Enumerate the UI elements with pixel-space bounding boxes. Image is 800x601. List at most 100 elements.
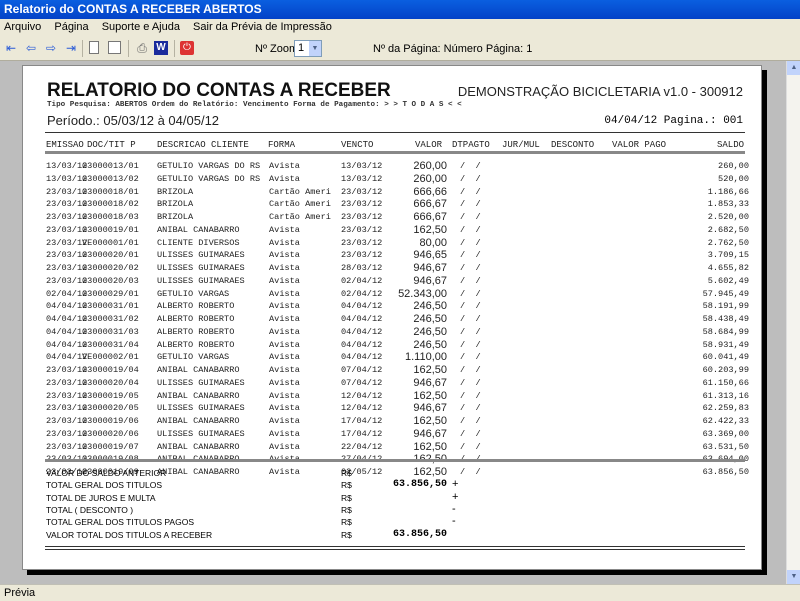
cell-doc: 03000018/01 [82, 186, 139, 197]
previous-page-icon[interactable]: ⇦ [24, 41, 38, 55]
vertical-scrollbar[interactable]: ▲ ▼ [786, 61, 800, 584]
cell-forma: Cartão Ameri [269, 199, 331, 210]
cell-vencto: 17/04/12 [341, 416, 383, 426]
col-doc: DOC/TIT P [87, 140, 136, 150]
zoom-select[interactable]: 1 ▼ [294, 40, 322, 57]
cell-dtpagto: / / [460, 352, 481, 363]
cell-valor: 946,67 [413, 262, 447, 274]
table-row: 23/03/12 03000019/04 ANIBAL CANABARRO Avist… [23, 364, 763, 377]
cell-saldo: 2.762,50 [707, 237, 749, 248]
menu-sair-previa[interactable]: Sair da Prévia de Impressão [193, 21, 332, 33]
cell-valor: 946,67 [413, 274, 447, 287]
cell-vencto: 23/03/12 [341, 224, 383, 235]
cell-dtpagto: / / [460, 186, 481, 197]
menu-suporte[interactable]: Suporte e Ajuda [102, 21, 180, 33]
two-pages-icon[interactable] [108, 41, 121, 54]
scroll-down-icon[interactable]: ▼ [787, 570, 800, 584]
table-row: 04/04/12 03000031/04 ALBERTO ROBERTO Avista… [23, 339, 763, 352]
cell-valor: 246,50 [413, 300, 447, 313]
next-page-icon[interactable]: ⇨ [44, 41, 58, 55]
cell-dtpagto: / / [460, 161, 481, 171]
table-row: 23/03/12 VE000001/01 CLIENTE DIVERSOS Avist… [23, 236, 763, 250]
table-row: 23/03/12 03000018/03 BRIZOLA Cartão Ameri 23… [23, 211, 763, 224]
cell-vencto: 04/04/12 [341, 301, 383, 312]
first-page-icon[interactable]: ⇤ [4, 41, 18, 55]
cell-dtpagto: / / [460, 365, 481, 375]
cell-forma: Avista [269, 352, 300, 363]
menu-arquivo[interactable]: Arquivo [4, 21, 41, 33]
toolbar: ⇤ ⇦ ⇨ ⇥ ⎙ W ⏻ Nº Zoom 1 ▼ Nº da Página: N… [0, 36, 800, 61]
total-label: TOTAL GERAL DOS TITULOS [46, 480, 163, 491]
table-row: 23/03/12 03000020/02 ULISSES GUIMARAES Avis… [23, 262, 763, 275]
cell-cliente: ULISSES GUIMARAES [157, 250, 245, 261]
menu-pagina[interactable]: Página [54, 21, 88, 33]
last-page-icon[interactable]: ⇥ [64, 41, 78, 55]
cell-dtpagto: / / [460, 275, 481, 286]
cell-vencto: 04/04/12 [341, 352, 383, 363]
print-icon[interactable]: ⎙ [135, 41, 149, 55]
cell-dtpagto: / / [460, 416, 481, 426]
cell-doc: 03000018/03 [82, 212, 139, 222]
cell-cliente: GETULIO VARGAS [157, 288, 230, 299]
cell-valor: 162,50 [413, 440, 447, 453]
cell-forma: Avista [269, 390, 300, 401]
separator [128, 40, 129, 57]
cell-dtpagto: / / [460, 403, 481, 414]
cell-forma: Cartão Ameri [269, 212, 331, 222]
close-preview-icon[interactable]: ⏻ [180, 41, 194, 55]
table-row: 23/03/12 03000019/06 ANIBAL CANABARRO Avist… [23, 415, 763, 428]
single-page-icon[interactable] [89, 41, 99, 54]
total-label: TOTAL DE JUROS E MULTA [46, 492, 156, 503]
cell-cliente: GETULIO VARGAS DO RS [157, 173, 261, 184]
total-sign: + [452, 478, 459, 491]
cell-dtpagto: / / [460, 288, 481, 299]
cell-dtpagto: / / [460, 314, 481, 324]
table-row: 04/04/12 03000031/02 ALBERTO ROBERTO Avista… [23, 313, 763, 326]
cell-doc: VE000001/01 [82, 237, 139, 248]
total-label: TOTAL ( DESCONTO ) [46, 504, 134, 515]
cell-saldo: 4.655,82 [707, 263, 749, 273]
cell-forma: Avista [269, 224, 300, 235]
cell-vencto: 13/03/12 [341, 173, 383, 184]
chevron-down-icon[interactable]: ▼ [309, 41, 321, 56]
cell-vencto: 17/04/12 [341, 428, 383, 439]
cell-valor: 80,00 [419, 236, 447, 249]
cell-saldo: 58.191,99 [702, 301, 749, 312]
cell-doc: 03000019/01 [82, 224, 139, 235]
word-export-icon[interactable]: W [154, 41, 168, 55]
cell-cliente: ALBERTO ROBERTO [157, 339, 235, 350]
cell-vencto: 23/03/12 [341, 212, 383, 222]
cell-doc: 03000031/02 [82, 314, 139, 324]
cell-saldo: 1.186,66 [707, 186, 749, 197]
cell-forma: Avista [269, 339, 300, 350]
cell-valor: 946,65 [413, 249, 447, 262]
cell-cliente: ULISSES GUIMARAES [157, 263, 245, 273]
cell-forma: Avista [269, 365, 300, 375]
cell-forma: Avista [269, 403, 300, 414]
total-sign: + [452, 490, 459, 503]
cell-forma: Avista [269, 416, 300, 426]
col-jurmul: JUR/MUL [502, 140, 540, 150]
cell-vencto: 28/03/12 [341, 263, 383, 273]
cell-dtpagto: / / [460, 339, 481, 350]
cell-vencto: 04/04/12 [341, 314, 383, 324]
cell-forma: Avista [269, 237, 300, 248]
cell-cliente: ULISSES GUIMARAES [157, 275, 245, 286]
company-name: DEMONSTRAÇÃO BICICLETARIA v1.0 - 300912 [457, 84, 743, 99]
cell-cliente: ULISSES GUIMARAES [157, 403, 245, 414]
total-value: 63.856,50 [392, 528, 447, 540]
table-row: 04/04/12 03000031/01 ALBERTO ROBERTO Avista… [23, 300, 763, 313]
total-cur: R$ [341, 492, 352, 503]
scroll-up-icon[interactable]: ▲ [787, 61, 800, 75]
cell-dtpagto: / / [460, 173, 481, 184]
cell-forma: Avista [269, 263, 300, 273]
window-title: Relatorio do CONTAS A RECEBER ABERTOS [0, 0, 800, 19]
menu-bar: Arquivo Página Suporte e Ajuda Sair da P… [0, 19, 800, 36]
total-row: VALOR TOTAL DOS TITULOS A RECEBER R$ 63.85… [23, 528, 763, 543]
cell-vencto: 12/04/12 [341, 403, 383, 414]
col-vencto: VENCTO [341, 140, 374, 150]
cell-dtpagto: / / [460, 326, 481, 337]
cell-saldo: 60.041,49 [702, 352, 749, 363]
col-valor-pago: VALOR PAGO [612, 140, 667, 150]
cell-doc: 03000013/01 [82, 161, 139, 171]
